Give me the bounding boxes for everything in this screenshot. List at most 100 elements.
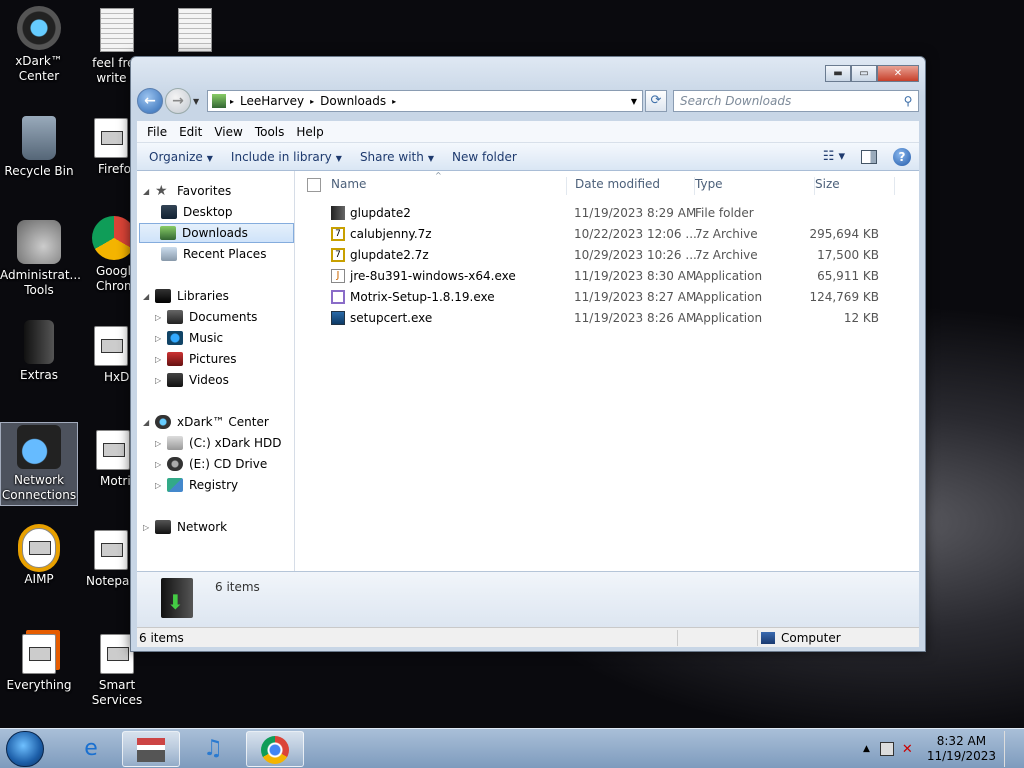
expand-icon[interactable]: ▷ bbox=[155, 439, 165, 448]
file-row[interactable]: 7 calubjenny.7z 10/22/2023 12:06 ... 7z … bbox=[295, 223, 919, 244]
start-button[interactable] bbox=[6, 731, 44, 767]
registry-icon bbox=[167, 478, 183, 492]
file-row[interactable]: J jre-8u391-windows-x64.exe 11/19/2023 8… bbox=[295, 265, 919, 286]
tree-item-documents[interactable]: ▷ Documents bbox=[155, 307, 257, 327]
status-bar: 6 items Computer bbox=[137, 627, 919, 647]
expand-icon[interactable]: ▷ bbox=[155, 481, 165, 490]
volume-muted-icon[interactable]: ✕ bbox=[902, 742, 913, 757]
file-size: 17,500 KB bbox=[817, 247, 879, 262]
taskbar-music-icon[interactable]: ♫ bbox=[184, 731, 242, 767]
expand-icon[interactable]: ▷ bbox=[155, 376, 165, 385]
desktop-icon-notepad[interactable]: Notepa bbox=[86, 530, 129, 589]
desktop-icon-extras[interactable]: Extras bbox=[0, 320, 78, 383]
desktop-icon-firefox[interactable]: Firefo bbox=[80, 118, 131, 177]
column-type[interactable]: Type bbox=[695, 177, 815, 195]
select-all-checkbox[interactable] bbox=[307, 178, 321, 192]
tree-item-downloads[interactable]: Downloads bbox=[139, 223, 294, 243]
recent-pages-dropdown[interactable]: ▼ bbox=[193, 97, 205, 106]
share-with-button[interactable]: Share with ▼ bbox=[360, 150, 434, 164]
file-row[interactable]: glupdate2 11/19/2023 8:29 AM File folder bbox=[295, 202, 919, 223]
expand-icon[interactable]: ◢ bbox=[143, 418, 153, 427]
expand-icon[interactable]: ▷ bbox=[155, 313, 165, 322]
file-row[interactable]: Motrix-Setup-1.8.19.exe 11/19/2023 8:27 … bbox=[295, 286, 919, 307]
tree-libraries[interactable]: ◢ Libraries bbox=[143, 286, 229, 306]
show-desktop-button[interactable] bbox=[1004, 731, 1016, 767]
documents-icon bbox=[167, 310, 183, 324]
expand-icon[interactable]: ▷ bbox=[155, 460, 165, 469]
desktop-icon-motrix[interactable]: Motri bbox=[90, 430, 131, 489]
search-icon[interactable]: ⚲ bbox=[898, 94, 918, 108]
file-row[interactable]: 7 glupdate2.7z 10/29/2023 10:26 ... 7z A… bbox=[295, 244, 919, 265]
show-hidden-icons[interactable]: ▲ bbox=[863, 744, 870, 754]
breadcrumb-root-arrow[interactable]: ▸ bbox=[230, 97, 234, 106]
tree-item-e-drive[interactable]: ▷ (E:) CD Drive bbox=[155, 454, 267, 474]
clock[interactable]: 8:32 AM 11/19/2023 bbox=[927, 734, 996, 764]
tree-network[interactable]: ▷ Network bbox=[143, 517, 227, 537]
maximize-button[interactable]: ▭ bbox=[851, 65, 877, 82]
address-bar[interactable]: ▸ LeeHarvey ▸ Downloads ▸ ▼ bbox=[207, 90, 643, 112]
expand-icon[interactable]: ◢ bbox=[143, 292, 153, 301]
tree-item-registry[interactable]: ▷ Registry bbox=[155, 475, 238, 495]
expand-icon[interactable]: ▷ bbox=[155, 355, 165, 364]
tree-item-c-drive[interactable]: ▷ (C:) xDark HDD bbox=[155, 433, 282, 453]
view-options-icon[interactable]: ☷ ▾ bbox=[823, 149, 845, 164]
menu-file[interactable]: File bbox=[147, 125, 167, 139]
breadcrumb-arrow[interactable]: ▸ bbox=[392, 97, 396, 106]
column-size[interactable]: Size bbox=[815, 177, 895, 195]
tree-favorites[interactable]: ◢ ★ Favorites bbox=[143, 181, 231, 201]
tree-item-desktop[interactable]: Desktop bbox=[161, 202, 233, 222]
search-input[interactable]: Search Downloads ⚲ bbox=[673, 90, 919, 112]
desktop-icon-chrome[interactable]: Googl Chrom bbox=[82, 216, 136, 294]
desktop-icon-document[interactable] bbox=[156, 8, 234, 56]
tree-computer[interactable]: ◢ xDark™ Center bbox=[143, 412, 269, 432]
menu-view[interactable]: View bbox=[214, 125, 242, 139]
tree-item-pictures[interactable]: ▷ Pictures bbox=[155, 349, 237, 369]
tree-item-recent-places[interactable]: Recent Places bbox=[161, 244, 266, 264]
admin-tools-icon bbox=[17, 220, 61, 264]
refresh-button[interactable]: ⟳ bbox=[645, 90, 667, 112]
details-item-count: 6 items bbox=[215, 580, 260, 594]
include-in-library-button[interactable]: Include in library ▼ bbox=[231, 150, 342, 164]
tree-item-videos[interactable]: ▷ Videos bbox=[155, 370, 229, 390]
breadcrumb-leeharvey[interactable]: LeeHarvey bbox=[240, 94, 304, 108]
menu-edit[interactable]: Edit bbox=[179, 125, 202, 139]
clock-time: 8:32 AM bbox=[936, 734, 987, 748]
desktop-icon-recycle-bin[interactable]: Recycle Bin bbox=[0, 116, 78, 179]
minimize-button[interactable]: ▬ bbox=[825, 65, 851, 82]
taskbar-ie-icon[interactable]: e bbox=[62, 731, 120, 767]
expand-icon[interactable]: ▷ bbox=[155, 334, 165, 343]
desktop-icon-admin-tools[interactable]: Administrat... Tools bbox=[0, 220, 81, 298]
search-placeholder: Search Downloads bbox=[680, 94, 792, 108]
tree-item-music[interactable]: ▷ Music bbox=[155, 328, 223, 348]
taskbar-chrome-icon[interactable] bbox=[246, 731, 304, 767]
desktop-icon-aimp[interactable]: AIMP bbox=[0, 528, 78, 587]
breadcrumb-downloads[interactable]: Downloads bbox=[320, 94, 386, 108]
organize-button[interactable]: Organize ▼ bbox=[149, 150, 213, 164]
desktop-icon-network-connections[interactable]: Network Connections bbox=[0, 422, 78, 506]
menu-help[interactable]: Help bbox=[296, 125, 323, 139]
new-folder-button[interactable]: New folder bbox=[452, 150, 517, 164]
desktop-icon-everything[interactable]: Everything bbox=[0, 634, 78, 693]
desktop-icon-label: Administrat... Tools bbox=[0, 268, 81, 297]
help-icon[interactable]: ? bbox=[893, 147, 911, 166]
column-name[interactable]: Name bbox=[331, 177, 567, 195]
column-headers: Name Date modified Type Size ^ bbox=[295, 171, 919, 197]
preview-pane-icon[interactable] bbox=[861, 149, 877, 164]
file-row[interactable]: setupcert.exe 11/19/2023 8:26 AM Applica… bbox=[295, 307, 919, 328]
menu-tools[interactable]: Tools bbox=[255, 125, 285, 139]
forward-button[interactable]: → bbox=[165, 88, 191, 114]
address-dropdown[interactable]: ▼ bbox=[626, 97, 642, 106]
breadcrumb-arrow[interactable]: ▸ bbox=[310, 97, 314, 106]
network-status-icon[interactable] bbox=[879, 742, 894, 756]
close-button[interactable]: ✕ bbox=[877, 65, 919, 82]
back-button[interactable]: ← bbox=[137, 88, 163, 114]
desktop-icon-hxd[interactable]: HxD bbox=[90, 326, 129, 385]
clock-date: 11/19/2023 bbox=[926, 749, 996, 763]
desktop-icon-xdark-center[interactable]: xDark™ Center bbox=[0, 6, 78, 84]
column-date-modified[interactable]: Date modified bbox=[575, 177, 695, 195]
taskbar-explorer-icon[interactable] bbox=[122, 731, 180, 767]
expand-icon[interactable]: ◢ bbox=[143, 187, 153, 196]
expand-icon[interactable]: ▷ bbox=[143, 523, 153, 532]
hard-drive-icon bbox=[167, 436, 183, 450]
desktop-icon-label: AIMP bbox=[24, 572, 54, 586]
